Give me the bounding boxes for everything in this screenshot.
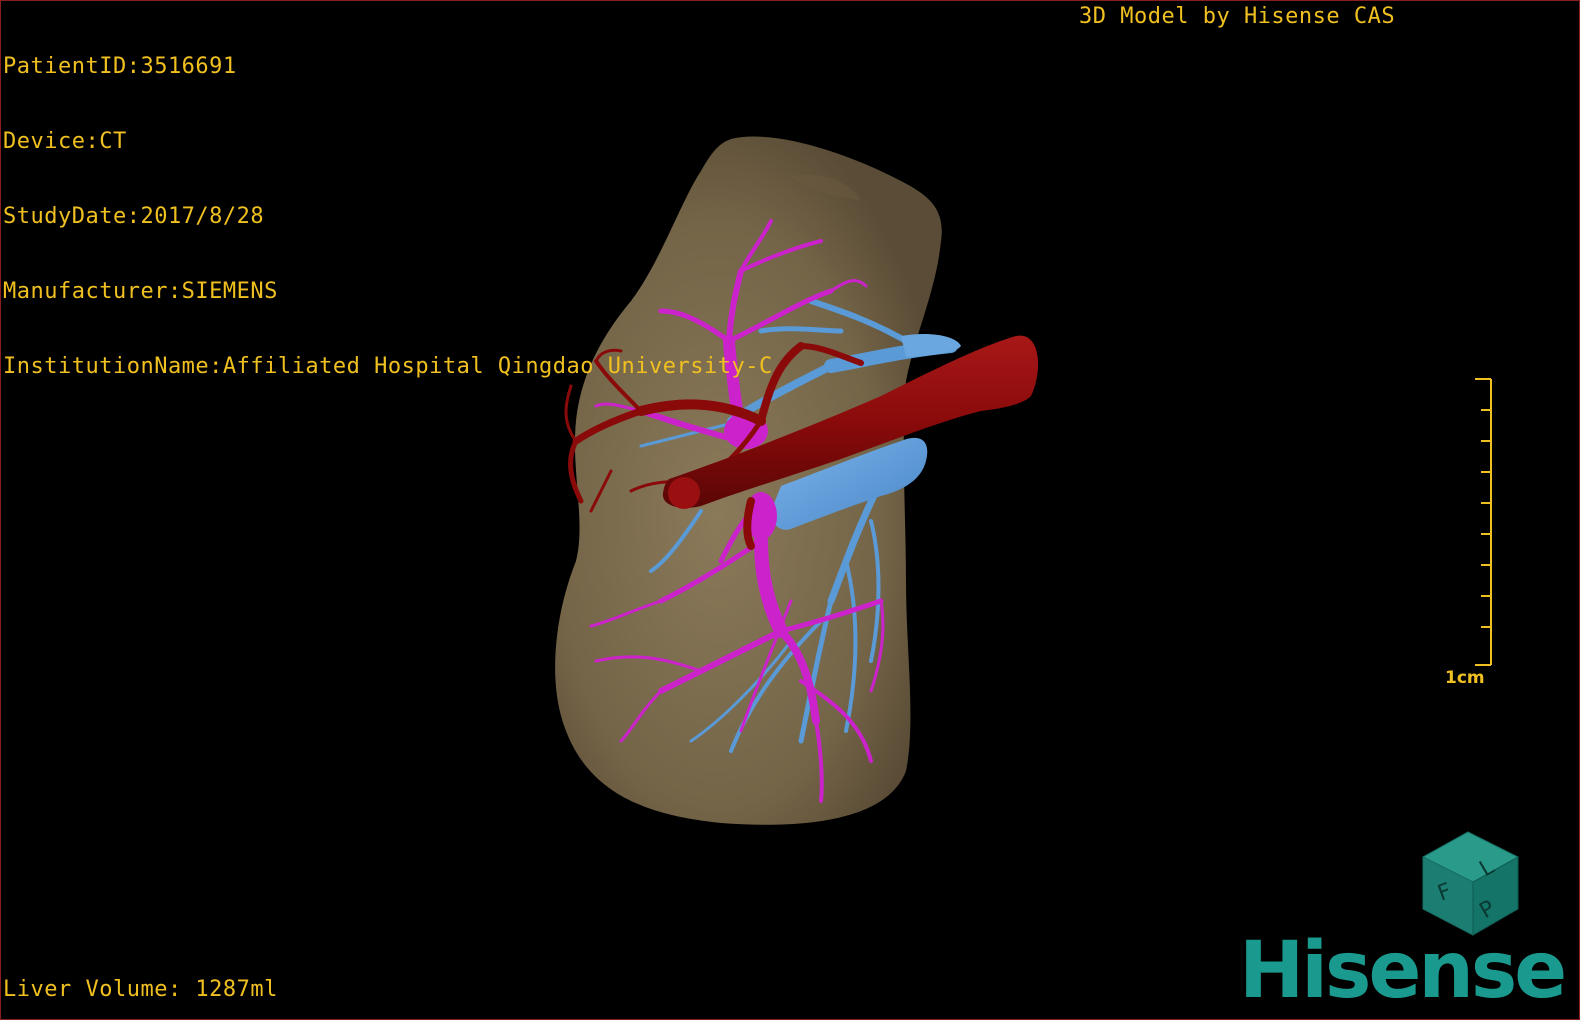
aorta-end [668, 477, 700, 509]
device-text: Device:CT [3, 129, 127, 154]
scale-label: 1cm [1445, 668, 1485, 688]
vena-cava-upper [901, 334, 961, 357]
institution-text: InstitutionName:Affiliated Hospital Qing… [3, 354, 773, 379]
liver-volume-text: Liver Volume: 1287ml [3, 977, 278, 1002]
3d-viewport[interactable]: PatientID:3516691 Device:CT StudyDate:20… [0, 0, 1580, 1020]
manufacturer-text: Manufacturer:SIEMENS [3, 279, 278, 304]
orientation-cube-icon[interactable]: F L P [1413, 827, 1528, 942]
hisense-logo: Hisense [1239, 926, 1567, 1016]
patient-id-text: PatientID:3516691 [3, 54, 237, 79]
study-date-text: StudyDate:2017/8/28 [3, 204, 265, 229]
scale-bar [1475, 378, 1492, 666]
model-credit-text: 3D Model by Hisense CAS [1079, 4, 1396, 29]
patient-info-block: PatientID:3516691 Device:CT StudyDate:20… [3, 4, 773, 429]
